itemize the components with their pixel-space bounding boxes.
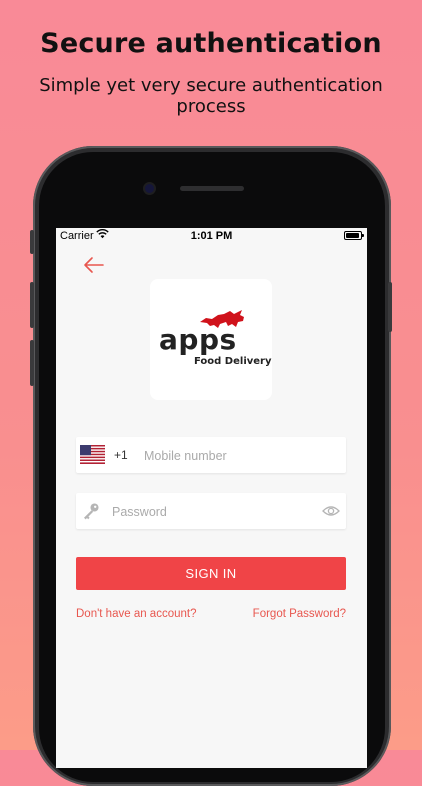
status-bar: Carrier 1:01 PM <box>56 228 367 244</box>
logo-wordmark: apps <box>159 323 237 356</box>
us-flag-icon[interactable] <box>80 445 105 464</box>
mute-switch <box>30 230 34 254</box>
eye-icon[interactable] <box>322 504 340 518</box>
logo-tagline: Food Delivery <box>194 356 272 367</box>
clock: 1:01 PM <box>190 230 233 242</box>
mobile-number-field: +1 <box>76 437 346 473</box>
earpiece-speaker <box>180 186 244 191</box>
password-input[interactable] <box>110 501 314 523</box>
arrow-left-icon[interactable] <box>82 256 104 274</box>
sign-in-button[interactable]: SIGN IN <box>76 557 346 590</box>
front-camera <box>145 184 154 193</box>
dial-code[interactable]: +1 <box>114 448 128 462</box>
sign-up-link[interactable]: Don't have an account? <box>76 608 196 620</box>
volume-down-button <box>30 340 34 386</box>
promo-subtitle: Simple yet very secure authentication pr… <box>39 75 383 117</box>
forgot-password-link[interactable]: Forgot Password? <box>253 608 346 620</box>
app-logo: apps Food Delivery <box>150 279 272 400</box>
password-field <box>76 493 346 529</box>
phone-screen: Carrier 1:01 PM apps Food Delivery +1 Mo… <box>56 228 367 768</box>
power-button <box>388 282 392 332</box>
key-icon <box>84 503 99 520</box>
battery-icon <box>344 231 364 240</box>
promo-title: Secure authentication <box>40 28 382 59</box>
mobile-number-input[interactable] <box>142 445 342 467</box>
volume-up-button <box>30 282 34 328</box>
